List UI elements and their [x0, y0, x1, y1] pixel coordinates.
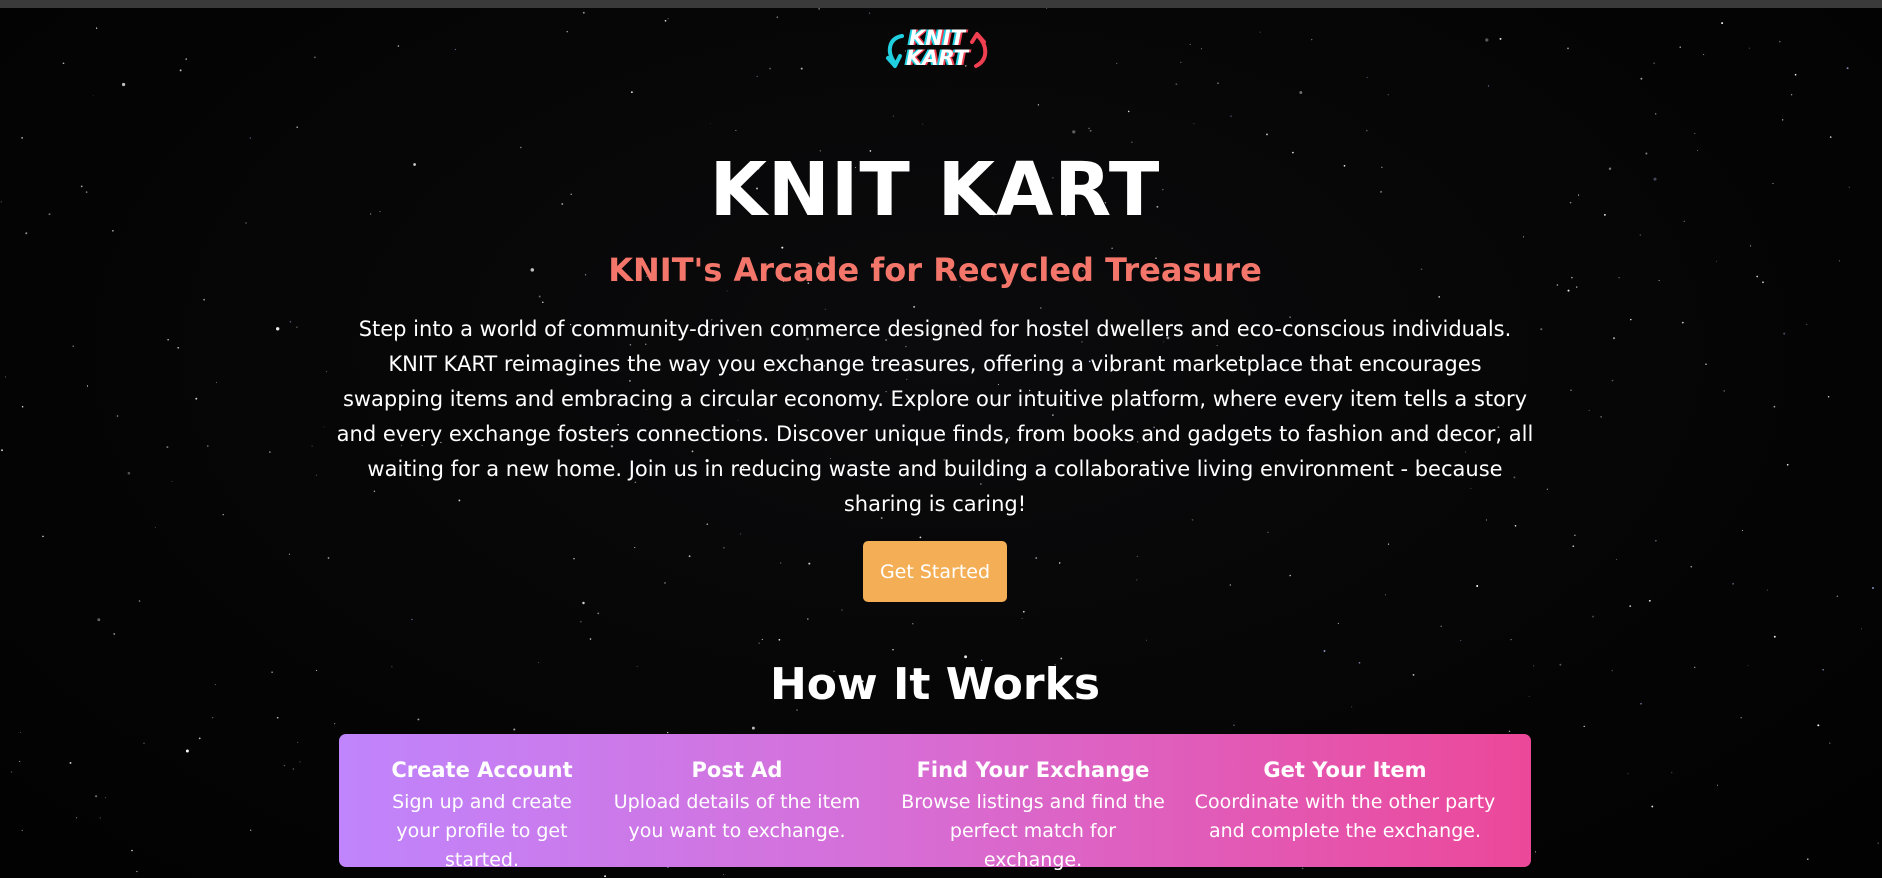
step-description: Sign up and create your profile to get s… — [392, 791, 572, 871]
browser-top-bar — [0, 0, 1882, 8]
get-started-button[interactable]: Get Started — [863, 541, 1007, 602]
step-find-your-exchange: Find Your Exchange Browse listings and f… — [898, 756, 1168, 875]
step-description: Upload details of the item you want to e… — [613, 791, 861, 842]
step-create-account: Create Account Sign up and create your p… — [371, 756, 593, 875]
hero-title: KNIT KART — [709, 147, 1161, 233]
step-title: Get Your Item — [1263, 758, 1427, 782]
step-description: Browse listings and find the perfect mat… — [901, 791, 1165, 871]
landing-page: KNIT KART KNIT KART KNIT's Arcade for Re… — [0, 0, 1882, 878]
step-title: Post Ad — [691, 758, 783, 782]
step-title: Find Your Exchange — [916, 758, 1150, 782]
step-post-ad: Post Ad Upload details of the item you w… — [603, 756, 871, 846]
logo-text-line2: KART — [905, 46, 969, 70]
how-it-works-steps: Create Account Sign up and create your p… — [339, 734, 1531, 871]
step-title: Create Account — [391, 758, 573, 782]
hero-description: Step into a world of community-driven co… — [336, 317, 1534, 516]
how-it-works-title: How It Works — [769, 659, 1101, 710]
hero-subtitle: KNIT's Arcade for Recycled Treasure — [608, 251, 1262, 289]
step-description: Coordinate with the other party and comp… — [1194, 791, 1496, 842]
knit-kart-logo[interactable]: KNIT KART — [880, 24, 990, 76]
step-get-your-item: Get Your Item Coordinate with the other … — [1185, 756, 1505, 846]
